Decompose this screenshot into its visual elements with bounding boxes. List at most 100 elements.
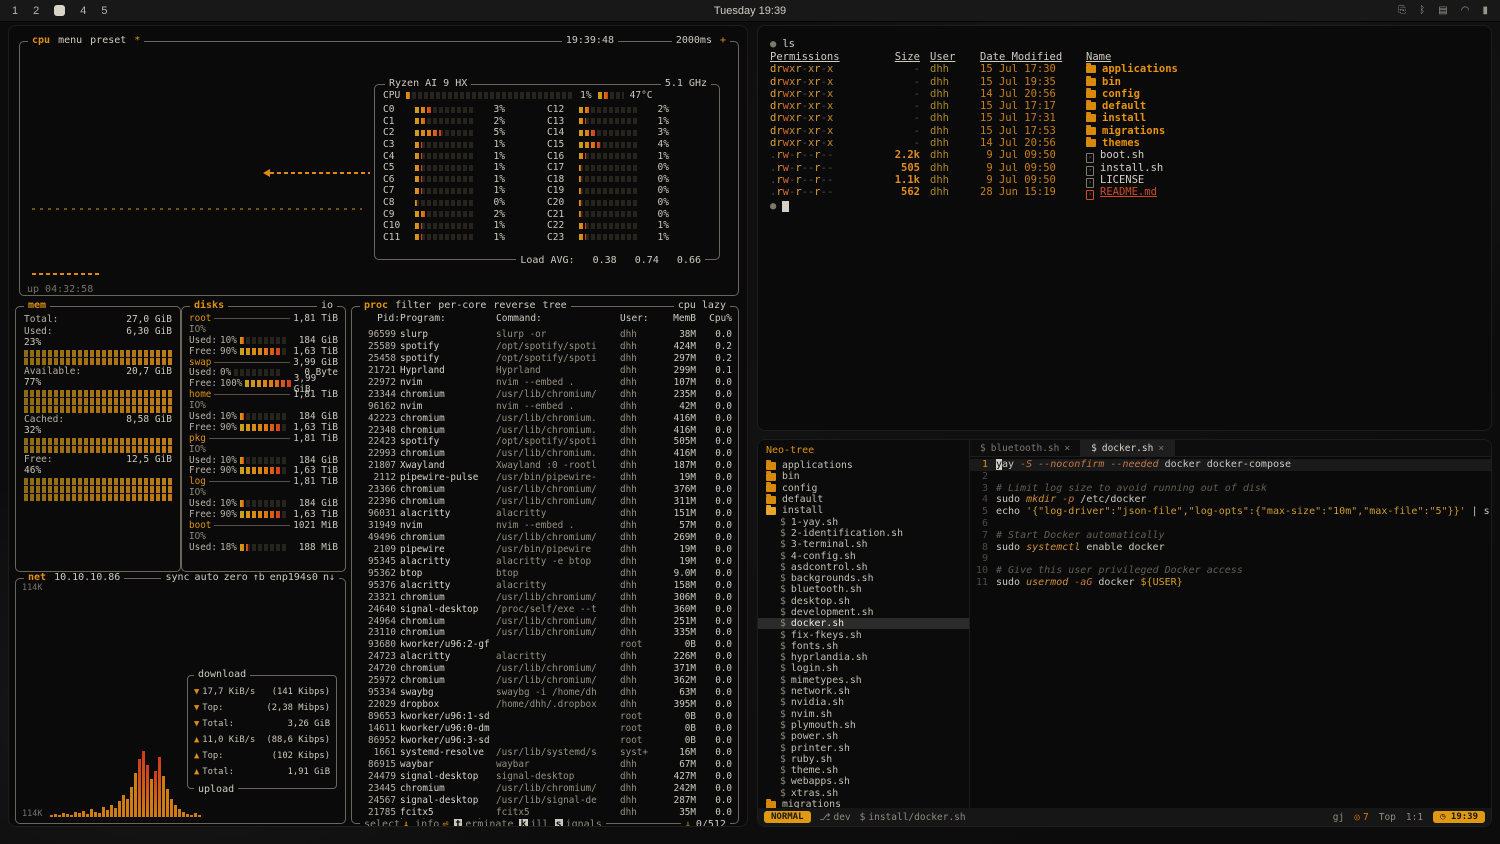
net-toggle-sync[interactable]: sync [165, 572, 189, 583]
battery-icon[interactable]: ▮ [1482, 5, 1488, 16]
tree-item-bluetooth.sh[interactable]: $bluetooth.sh [758, 584, 969, 595]
process-row[interactable]: 24640signal-desktop/proc/self/exe --tdhh… [356, 604, 734, 616]
process-row[interactable]: 42223chromium/usr/lib/chromium.dhh416M0.… [356, 413, 734, 425]
process-row[interactable]: 96031alacrittyalacrittydhh151M0.0 [356, 508, 734, 520]
tree-item-power.sh[interactable]: $power.sh [758, 731, 969, 742]
tree-item-fonts.sh[interactable]: $fonts.sh [758, 641, 969, 652]
proc-column-header[interactable]: Program: [400, 313, 496, 324]
tree-item-applications[interactable]: applications [758, 460, 969, 471]
tree-item-hyprlandia.sh[interactable]: $hyprlandia.sh [758, 652, 969, 663]
tree-item-login.sh[interactable]: $login.sh [758, 663, 969, 674]
refresh-plus-button[interactable]: + [720, 35, 726, 46]
process-row[interactable]: 22396chromium/usr/lib/chromium/dhh311M0.… [356, 496, 734, 508]
tree-item-network.sh[interactable]: $network.sh [758, 686, 969, 697]
workspace-3-active[interactable] [54, 5, 65, 16]
proc-column-header[interactable]: MemB [654, 313, 696, 324]
process-row[interactable]: 86915waybarwaybardhh67M0.0 [356, 759, 734, 771]
tree-item-1-yay.sh[interactable]: $1-yay.sh [758, 516, 969, 527]
process-row[interactable]: 95345alacrittyalacritty -e btopdhh19M0.0 [356, 556, 734, 568]
process-row[interactable]: 24567signal-desktop/usr/lib/signal-dedhh… [356, 795, 734, 807]
net-toggle-auto[interactable]: auto [195, 572, 219, 583]
net-toggle-n[interactable]: n↓ [323, 572, 335, 583]
proc-key-s[interactable]: signals [555, 819, 602, 827]
process-row[interactable]: 2112pipewire-pulse/usr/bin/pipewire-dhh1… [356, 472, 734, 484]
process-row[interactable]: 86952kworker/u96:3-sdroot0B0.0 [356, 735, 734, 747]
process-row[interactable]: 95362btopbtopdhh9.0M0.0 [356, 568, 734, 580]
net-toggle-enp194s0[interactable]: enp194s0 [270, 572, 318, 583]
process-row[interactable]: 22972nvimnvim --embed .dhh107M0.0 [356, 377, 734, 389]
tree-item-3-terminal.sh[interactable]: $3-terminal.sh [758, 539, 969, 550]
tree-item-ruby.sh[interactable]: $ruby.sh [758, 754, 969, 765]
tree-item-printer.sh[interactable]: $printer.sh [758, 742, 969, 753]
process-list[interactable]: 96599slurpslurp -ordhh38M0.025589spotify… [352, 329, 738, 819]
tree-item-asdcontrol.sh[interactable]: $asdcontrol.sh [758, 562, 969, 573]
workspace-5[interactable]: 5 [101, 5, 107, 17]
tree-item-default[interactable]: default [758, 494, 969, 505]
tab-bluetooth.sh[interactable]: $bluetooth.sh× [970, 440, 1081, 456]
process-row[interactable]: 22993chromium/usr/lib/chromium.dhh416M0.… [356, 448, 734, 460]
tree-item-xtras.sh[interactable]: $xtras.sh [758, 788, 969, 799]
proc-key-⏎[interactable]: info⏎ [415, 819, 448, 827]
tab-close-icon[interactable]: × [1158, 443, 1164, 454]
proc-key-↓[interactable]: select↓ [364, 819, 409, 827]
tree-item-fix-fkeys.sh[interactable]: $fix-fkeys.sh [758, 629, 969, 640]
editor-area[interactable]: 1yay -S --noconfirm --needed docker dock… [970, 457, 1491, 808]
process-row[interactable]: 95376alacrittyalacrittydhh158M0.0 [356, 580, 734, 592]
process-row[interactable]: 96162nvimnvim --embed .dhh42M0.0 [356, 401, 734, 413]
tree-item-install[interactable]: install [758, 505, 969, 516]
net-toggle-b[interactable]: ↑b [253, 572, 265, 583]
process-row[interactable]: 2109pipewire/usr/bin/pipewiredhh19M0.0 [356, 544, 734, 556]
process-row[interactable]: 24479signal-desktopsignal-desktopdhh427M… [356, 771, 734, 783]
wifi-icon[interactable]: ◠ [1461, 5, 1470, 16]
process-row[interactable]: 1661systemd-resolve/usr/lib/systemd/ssys… [356, 747, 734, 759]
tree-item-development.sh[interactable]: $development.sh [758, 607, 969, 618]
tree-item-mimetypes.sh[interactable]: $mimetypes.sh [758, 675, 969, 686]
process-row[interactable]: 93680kworker/u96:2-gfroot0B0.0 [356, 639, 734, 651]
process-row[interactable]: 21807XwaylandXwayland :0 -rootldhh187M0.… [356, 460, 734, 472]
process-row[interactable]: 21785fcitx5fcitx5dhh35M0.0 [356, 807, 734, 819]
proc-control-tree[interactable]: tree [543, 300, 567, 311]
tree-item-config[interactable]: config [758, 483, 969, 494]
tree-item-bin[interactable]: bin [758, 471, 969, 482]
terminal-window[interactable]: ● ls Permissions Size User Date Modified… [757, 25, 1492, 431]
tree-item-plymouth.sh[interactable]: $plymouth.sh [758, 720, 969, 731]
tab-close-icon[interactable]: × [1064, 443, 1070, 454]
proc-column-header[interactable]: Cpu% [696, 313, 732, 324]
tree-item-2-identification.sh[interactable]: $2-identification.sh [758, 528, 969, 539]
net-toggle-zero[interactable]: zero [224, 572, 248, 583]
process-row[interactable]: 24720chromium/usr/lib/chromium/dhh371M0.… [356, 663, 734, 675]
process-row[interactable]: 14611kworker/u96:0-dmroot0B0.0 [356, 723, 734, 735]
proc-control-per-core[interactable]: per-core [438, 300, 486, 311]
tree-item-nvim.sh[interactable]: $nvim.sh [758, 709, 969, 720]
neotree-panel[interactable]: Neo-tree applicationsbinconfigdefaultins… [758, 440, 970, 808]
proc-column-header[interactable]: User: [620, 313, 654, 324]
process-row[interactable]: 24723alacrittyalacrittydhh226M0.0 [356, 651, 734, 663]
process-row[interactable]: 96599slurpslurp -ordhh38M0.0 [356, 329, 734, 341]
process-row[interactable]: 25972chromium/usr/lib/chromium/dhh362M0.… [356, 675, 734, 687]
proc-column-header[interactable]: Pid: [356, 313, 400, 324]
proc-column-header[interactable]: Command: [496, 313, 620, 324]
tree-item-backgrounds.sh[interactable]: $backgrounds.sh [758, 573, 969, 584]
preset-button[interactable]: preset [90, 35, 126, 46]
tree-item-desktop.sh[interactable]: $desktop.sh [758, 596, 969, 607]
proc-scroll-icon[interactable]: ↓ [685, 819, 691, 827]
process-row[interactable]: 24964chromium/usr/lib/chromium/dhh251M0.… [356, 616, 734, 628]
tree-item-webapps.sh[interactable]: $webapps.sh [758, 776, 969, 787]
process-row[interactable]: 23321chromium/usr/lib/chromium/dhh306M0.… [356, 592, 734, 604]
tab-docker.sh[interactable]: $docker.sh× [1081, 440, 1175, 456]
proc-sort-label[interactable]: cpu lazy [678, 300, 726, 311]
process-row[interactable]: 31949nvimnvim --embed .dhh57M0.0 [356, 520, 734, 532]
process-row[interactable]: 95334swaybgswaybg -i /home/dhdhh63M0.0 [356, 687, 734, 699]
tray-expand-icon[interactable]: ⎘ [1398, 5, 1406, 16]
workspace-1[interactable]: 1 [12, 5, 18, 17]
display-layout-icon[interactable]: ▤ [1438, 5, 1447, 16]
process-row[interactable]: 22029dropbox/home/dhh/.dropboxdhh395M0.0 [356, 699, 734, 711]
tree-item-nvidia.sh[interactable]: $nvidia.sh [758, 697, 969, 708]
process-row[interactable]: 22348chromium/usr/lib/chromium.dhh416M0.… [356, 425, 734, 437]
menu-button[interactable]: menu [58, 35, 82, 46]
pause-toggle[interactable]: * [134, 35, 140, 46]
terminal-cursor[interactable] [782, 201, 789, 212]
proc-key-t[interactable]: terminate [454, 819, 513, 827]
proc-key-k[interactable]: kill [519, 819, 548, 827]
process-row[interactable]: 25589spotify/opt/spotify/spotidhh424M0.2 [356, 341, 734, 353]
